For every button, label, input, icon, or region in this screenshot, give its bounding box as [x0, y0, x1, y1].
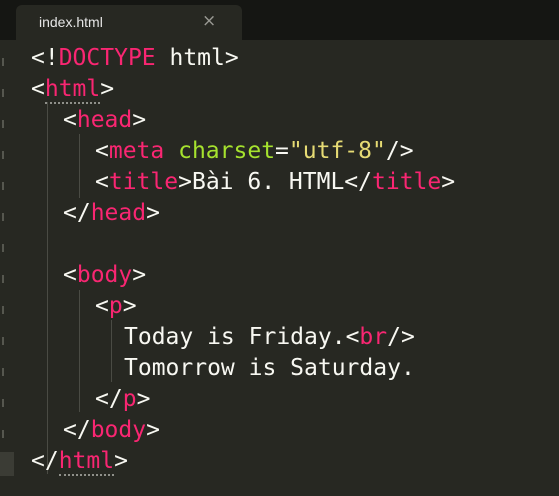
fold-marker — [2, 213, 4, 221]
tag-bracket: > — [122, 293, 137, 319]
code-line-5: <title>Bài 6. HTML</title> — [95, 167, 455, 198]
tag-bracket: > — [132, 262, 147, 288]
fold-marker — [2, 58, 4, 66]
text-today: Today is Friday. — [124, 324, 346, 350]
tag-bracket: </ — [95, 386, 123, 412]
tag-bracket: > — [146, 200, 160, 226]
tag-head: head — [76, 107, 133, 133]
attr-equals: = — [275, 138, 289, 164]
code-line-13: </body> — [63, 415, 160, 446]
fold-marker — [2, 151, 4, 159]
code-line-8: <body> — [63, 260, 146, 291]
tag-bracket: > — [441, 169, 456, 195]
tag-bracket: < — [63, 107, 77, 133]
text-tomorrow: Tomorrow is Saturday. — [124, 355, 415, 381]
tag-body: body — [76, 262, 133, 288]
code-line-12: </p> — [95, 384, 150, 415]
tag-bracket: > — [132, 107, 147, 133]
tab-label: index.html — [39, 14, 103, 30]
gutter — [0, 40, 14, 496]
fold-marker — [2, 275, 4, 283]
tag-bracket: > — [100, 76, 115, 102]
tag-bracket: < — [31, 76, 45, 102]
tag-bracket: > — [146, 417, 160, 443]
tag-bracket: </ — [63, 417, 91, 443]
tag-meta: meta — [108, 138, 165, 164]
doctype-open: <! — [31, 45, 59, 71]
indent-guide — [79, 134, 80, 198]
fold-marker — [2, 368, 4, 376]
tag-html: html — [44, 76, 101, 104]
code-line-10: Today is Friday.<br/> — [124, 322, 415, 353]
fold-marker — [2, 430, 4, 438]
fold-marker — [2, 89, 4, 97]
tag-self-close: /> — [385, 138, 414, 164]
tag-bracket: </ — [31, 448, 59, 474]
fold-marker — [2, 337, 4, 345]
tag-bracket: < — [345, 324, 360, 350]
code-editor[interactable]: <!DOCTYPE html> <html> <head> <meta char… — [0, 40, 559, 496]
indent-guide — [47, 102, 48, 474]
tag-br: br — [359, 324, 388, 350]
tag-self-close: /> — [387, 324, 415, 350]
code-line-1: <!DOCTYPE html> — [31, 43, 239, 74]
current-line-marker — [0, 452, 14, 476]
tag-bracket: > — [136, 386, 151, 412]
fold-marker — [2, 399, 4, 407]
fold-marker — [2, 120, 4, 128]
tab-index-html[interactable]: index.html × — [16, 5, 242, 40]
tag-p-close: p — [122, 386, 137, 412]
tag-html-close: html — [58, 448, 115, 476]
code-line-4: <meta charset="utf-8"/> — [95, 136, 414, 167]
tag-title-close: title — [372, 169, 442, 195]
string-utf8: "utf-8" — [288, 138, 386, 164]
code-line-6: </head> — [63, 198, 160, 229]
tag-body-close: body — [90, 417, 147, 443]
tag-title-open: title — [108, 169, 179, 195]
code-line-2: <html> — [31, 74, 114, 105]
doctype-rest: html> — [155, 45, 239, 71]
code-line-9: <p> — [95, 291, 137, 322]
tag-bracket: < — [95, 293, 109, 319]
tag-p: p — [108, 293, 123, 319]
tag-bracket: </ — [344, 169, 372, 195]
tag-bracket: < — [63, 262, 77, 288]
close-icon[interactable]: × — [202, 11, 216, 31]
fold-marker — [2, 182, 4, 190]
code-line-14: </html> — [31, 446, 128, 477]
tag-bracket: > — [178, 169, 192, 195]
doctype-keyword: DOCTYPE — [58, 45, 156, 71]
fold-marker — [2, 244, 4, 252]
tag-head-close: head — [90, 200, 147, 226]
tag-bracket: </ — [63, 200, 91, 226]
tag-bracket: < — [95, 138, 109, 164]
fold-marker — [2, 306, 4, 314]
title-text: Bài 6. HTML — [191, 169, 345, 195]
code-line-3: <head> — [63, 105, 146, 136]
tag-bracket: > — [114, 448, 128, 474]
tag-bracket: < — [95, 169, 109, 195]
indent-guide — [79, 290, 80, 412]
tab-bar: index.html × — [0, 0, 559, 40]
attr-charset: charset — [178, 138, 276, 164]
code-line-11: Tomorrow is Saturday. — [124, 353, 415, 384]
indent-guide — [111, 320, 112, 382]
